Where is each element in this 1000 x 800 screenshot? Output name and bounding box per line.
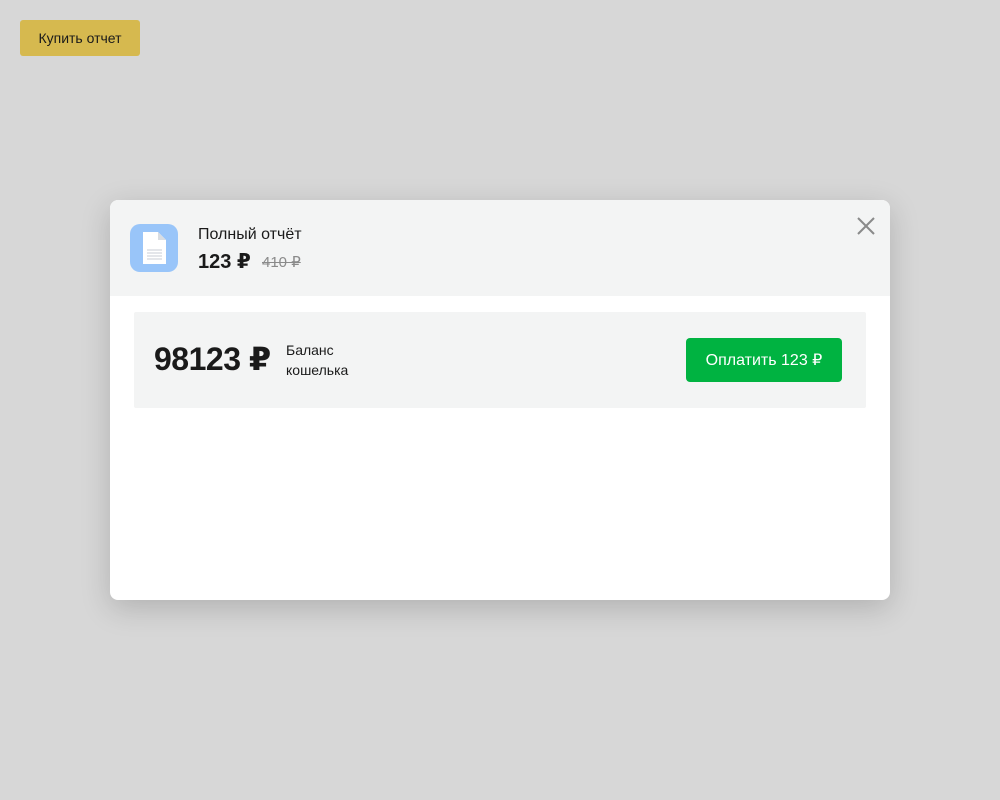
wallet-panel: 98123 ₽ Баланс кошелька Оплатить 123 ₽ (134, 312, 866, 408)
wallet-balance: 98123 ₽ (154, 341, 271, 377)
modal-header: Полный отчёт 123 ₽ 410 ₽ (110, 200, 890, 296)
product-price: 123 ₽ (198, 251, 251, 273)
wallet-balance-label: Баланс кошелька (286, 342, 349, 378)
product-old-price: 410 ₽ (262, 254, 301, 271)
buy-report-button[interactable]: Купить отчет (20, 20, 140, 56)
purchase-modal: Полный отчёт 123 ₽ 410 ₽ 98123 ₽ Баланс … (110, 200, 890, 600)
document-icon (130, 224, 178, 272)
pay-button[interactable]: Оплатить 123 ₽ (686, 338, 842, 382)
close-icon (857, 217, 875, 235)
close-button[interactable] (852, 212, 880, 240)
product-title: Полный отчёт (198, 226, 302, 243)
